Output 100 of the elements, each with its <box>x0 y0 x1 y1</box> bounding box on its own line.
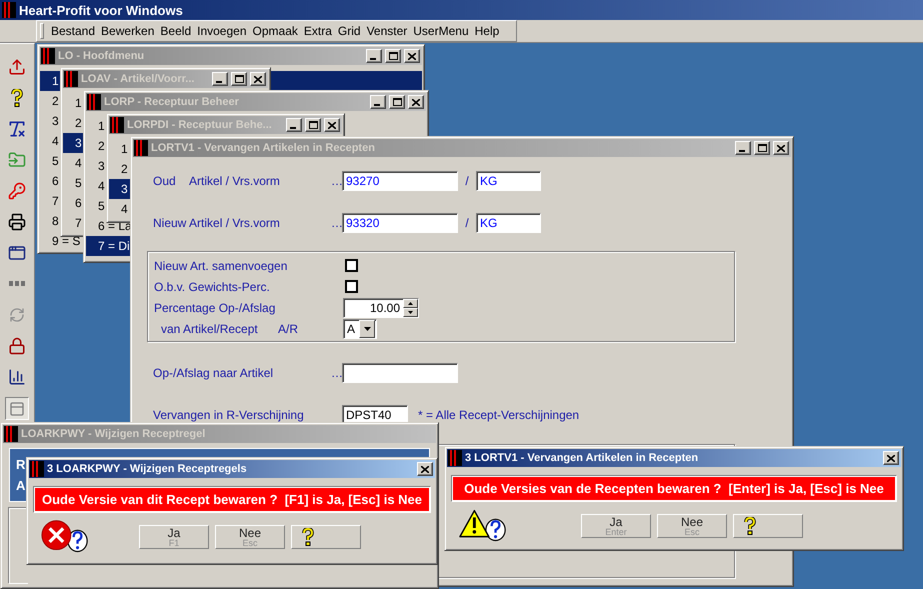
choice-button[interactable]: Ja F1 <box>139 525 209 549</box>
window-title: LOARKPWY - Wijzigen Receptregel <box>21 428 206 440</box>
menu-item[interactable]: Invoegen <box>194 24 250 38</box>
close-icon <box>887 454 895 462</box>
window-title: LO - Hoofdmenu <box>58 50 146 62</box>
app-logo-icon <box>4 426 18 442</box>
close-button[interactable] <box>250 72 266 86</box>
refresh-icon <box>9 306 25 322</box>
up-arrow-icon <box>408 302 413 304</box>
app-logo-icon <box>134 140 148 156</box>
maximize-button[interactable] <box>389 95 405 109</box>
folder-icon <box>8 150 26 168</box>
menu-item[interactable]: Beeld <box>157 24 194 38</box>
close-button[interactable] <box>883 451 899 465</box>
app-logo-icon <box>87 94 101 110</box>
checkbox[interactable] <box>345 259 358 272</box>
window-title: LORP - Receptuur Beheer <box>104 96 240 108</box>
close-button[interactable] <box>324 118 340 132</box>
maximize-icon <box>388 52 398 60</box>
article-field[interactable]: 93270 <box>342 171 458 191</box>
menu-item[interactable]: Help <box>472 24 502 38</box>
menu-item[interactable]: Bestand <box>48 24 98 38</box>
window-title: 3 LOARKPWY - Wijzigen Receptregels <box>47 463 248 475</box>
choice-button[interactable]: Nee Esc <box>657 514 727 538</box>
clear-format-icon <box>7 118 27 138</box>
field-label: Oud <box>153 174 177 188</box>
message-bar: Oude Versie van dit Recept bewaren ? [F1] is Ja, [Esc] is Nee <box>33 486 431 513</box>
printer-icon <box>8 212 26 230</box>
key-icon <box>8 182 26 200</box>
menu-item[interactable]: Venster <box>364 24 410 38</box>
maximize-button[interactable] <box>385 49 401 63</box>
menu-item[interactable]: Extra <box>300 24 335 38</box>
help-icon <box>302 528 314 546</box>
upload-icon <box>8 58 26 76</box>
menu-item[interactable]: UserMenu <box>410 24 472 38</box>
minimize-button[interactable] <box>366 49 382 63</box>
choice-button[interactable]: Nee Esc <box>215 525 285 549</box>
menu-item[interactable]: Bewerken <box>98 24 158 38</box>
help-button[interactable] <box>291 525 361 549</box>
panel-icon <box>9 400 25 416</box>
close-button[interactable] <box>404 49 420 63</box>
maximize-button[interactable] <box>305 118 321 132</box>
app-logo-icon <box>64 71 78 87</box>
app-title: Heart-Profit voor Windows <box>19 2 183 18</box>
minimize-button[interactable] <box>212 72 228 86</box>
lookup-dots[interactable]: … <box>331 174 342 188</box>
minimize-button[interactable] <box>286 118 302 132</box>
close-icon <box>777 144 785 152</box>
app-logo-icon <box>448 450 462 466</box>
panel-text: R <box>16 457 26 472</box>
close-icon <box>408 52 416 60</box>
help-button[interactable] <box>733 514 803 538</box>
chart-icon <box>8 368 26 386</box>
unit-field[interactable]: KG <box>476 171 541 191</box>
minimize-button[interactable] <box>370 95 386 109</box>
app-logo-icon <box>41 48 55 64</box>
help-icon <box>744 517 756 535</box>
unit-field[interactable]: KG <box>476 213 541 233</box>
close-button[interactable] <box>408 95 424 109</box>
checkbox[interactable] <box>345 280 358 293</box>
field-label: Percentage Op-/Afslag <box>154 300 276 314</box>
field-hint: A/R <box>278 322 298 336</box>
dropdown[interactable]: A <box>343 318 377 338</box>
hint-text: * = Alle Recept-Verschijningen <box>418 408 580 422</box>
field-label: Op-/Afslag naar Artikel <box>153 366 274 380</box>
article-field[interactable]: 93320 <box>342 213 458 233</box>
window-toggle-button[interactable] <box>5 397 29 420</box>
article-field[interactable] <box>342 363 458 383</box>
close-icon <box>412 98 420 106</box>
field-label: Nieuw Art. samenvoegen <box>154 258 288 272</box>
lock-icon <box>8 336 26 354</box>
maximize-icon <box>308 121 318 129</box>
window-title: LOAV - Artikel/Voorr... <box>81 73 196 85</box>
maximize-button[interactable] <box>231 72 247 86</box>
app-logo-icon <box>2 2 16 18</box>
close-icon <box>328 122 336 128</box>
close-icon <box>254 76 262 82</box>
menu-item[interactable]: Grid <box>334 24 364 38</box>
close-button[interactable] <box>417 462 433 476</box>
close-button[interactable] <box>773 141 789 155</box>
choice-button[interactable]: Ja Enter <box>581 514 651 538</box>
lookup-dots[interactable]: … <box>331 216 342 230</box>
separator-slash: / <box>464 174 470 188</box>
maximize-icon <box>392 98 402 106</box>
field-label: Nieuw Artikel / Vrs.vorm <box>153 216 280 230</box>
maximize-icon <box>234 75 244 83</box>
minimize-button[interactable] <box>735 141 751 155</box>
app-logo-icon <box>110 117 124 133</box>
close-icon <box>421 466 429 472</box>
field-label: O.b.v. Gewichts-Perc. <box>154 280 271 294</box>
window-title: 3 LORTV1 - Vervangen Artikelen in Recepten <box>465 452 700 464</box>
maximize-icon <box>758 144 766 152</box>
menu-grip <box>40 23 44 39</box>
field-label: Artikel / Vrs.vorm <box>189 174 280 188</box>
maximize-button[interactable] <box>754 141 770 155</box>
ellipsis-icon <box>9 281 25 286</box>
menu-item[interactable]: Opmaak <box>250 24 301 38</box>
separator-slash: / <box>464 216 470 230</box>
number-spinner[interactable]: 10.00 <box>343 298 419 318</box>
lookup-dots[interactable]: … <box>331 366 342 380</box>
